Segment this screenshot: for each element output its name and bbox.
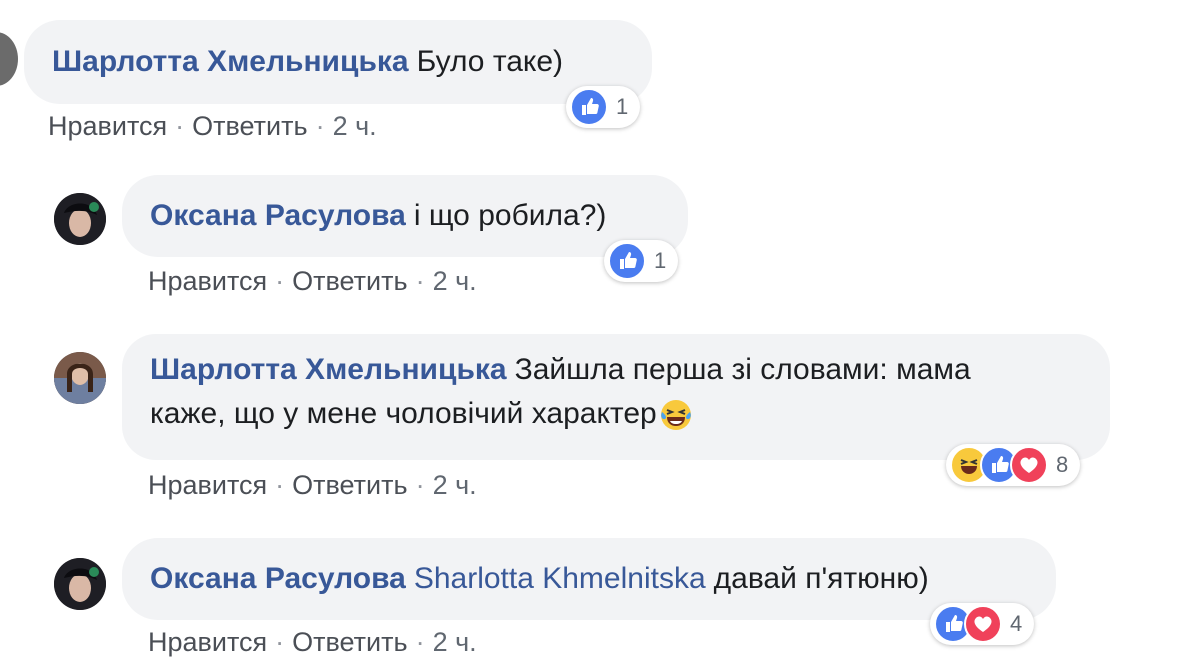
avatar[interactable]	[54, 558, 106, 610]
comment-author[interactable]: Шарлотта Хмельницька	[52, 40, 409, 84]
comment-actions: Нравится · Ответить · 2 ч.	[148, 266, 477, 297]
separator: ·	[275, 627, 285, 657]
like-reaction-icon	[570, 88, 608, 126]
separator: ·	[275, 266, 285, 296]
reply-link[interactable]: Ответить	[292, 266, 407, 296]
comment-bubble: Шарлотта Хмельницька Було таке)	[24, 20, 652, 104]
separator: ·	[415, 627, 425, 657]
like-reaction-icon	[608, 242, 646, 280]
separator: ·	[275, 470, 285, 500]
reaction-count: 8	[1056, 452, 1069, 477]
reaction-summary[interactable]: 4	[930, 603, 1035, 645]
timestamp[interactable]: 2 ч.	[433, 627, 477, 657]
reaction-count: 1	[654, 248, 667, 273]
comment-author[interactable]: Оксана Расулова	[150, 557, 406, 601]
comment-actions: Нравится · Ответить · 2 ч.	[148, 470, 477, 501]
separator: ·	[175, 111, 185, 141]
reaction-summary[interactable]: 8	[946, 444, 1081, 486]
comment-bubble: Шарлотта Хмельницька Зайшла перша зі слов…	[122, 334, 1110, 460]
reply-link[interactable]: Ответить	[292, 470, 407, 500]
comment-line-2: каже, що у мене чоловічий характер	[150, 392, 1082, 436]
reaction-summary[interactable]: 1	[604, 240, 679, 282]
comment-line-1: Шарлотта Хмельницька Зайшла перша зі слов…	[150, 348, 1082, 392]
reaction-summary[interactable]: 1	[566, 86, 641, 128]
mention-link[interactable]: Sharlotta Khmelnitska	[414, 557, 706, 601]
comment-text: Було таке)	[416, 45, 564, 78]
timestamp[interactable]: 2 ч.	[433, 266, 477, 296]
love-reaction-icon	[964, 605, 1002, 643]
comment-text: каже, що у мене чоловічий характер	[150, 397, 657, 430]
reply-link[interactable]: Ответить	[192, 111, 307, 141]
timestamp[interactable]: 2 ч.	[333, 111, 377, 141]
comment-bubble: Оксана Расулова і що робила?)	[122, 175, 688, 257]
timestamp[interactable]: 2 ч.	[433, 470, 477, 500]
comment-text: Зайшла перша зі словами: мама	[514, 353, 971, 386]
separator: ·	[315, 111, 325, 141]
avatar[interactable]	[0, 32, 18, 86]
laughing-tears-emoji-icon	[660, 400, 691, 431]
comment-actions: Нравится · Ответить · 2 ч.	[48, 111, 377, 142]
avatar[interactable]	[54, 193, 106, 245]
comment-text: і що робила?)	[413, 199, 607, 232]
like-link[interactable]: Нравится	[148, 266, 267, 296]
separator: ·	[415, 266, 425, 296]
avatar[interactable]	[54, 352, 106, 404]
comment-author[interactable]: Оксана Расулова	[150, 194, 406, 238]
comment-text: давай п'ятюню)	[713, 562, 929, 595]
separator: ·	[415, 470, 425, 500]
comment-author[interactable]: Шарлотта Хмельницька	[150, 353, 507, 386]
love-reaction-icon	[1010, 446, 1048, 484]
reply-link[interactable]: Ответить	[292, 627, 407, 657]
like-link[interactable]: Нравится	[148, 627, 267, 657]
comment-bubble: Оксана Расулова Sharlotta Khmelnitska да…	[122, 538, 1056, 620]
reaction-count: 4	[1010, 611, 1023, 636]
comment-actions: Нравится · Ответить · 2 ч.	[148, 627, 477, 658]
like-link[interactable]: Нравится	[48, 111, 167, 141]
like-link[interactable]: Нравится	[148, 470, 267, 500]
reaction-count: 1	[616, 94, 629, 119]
